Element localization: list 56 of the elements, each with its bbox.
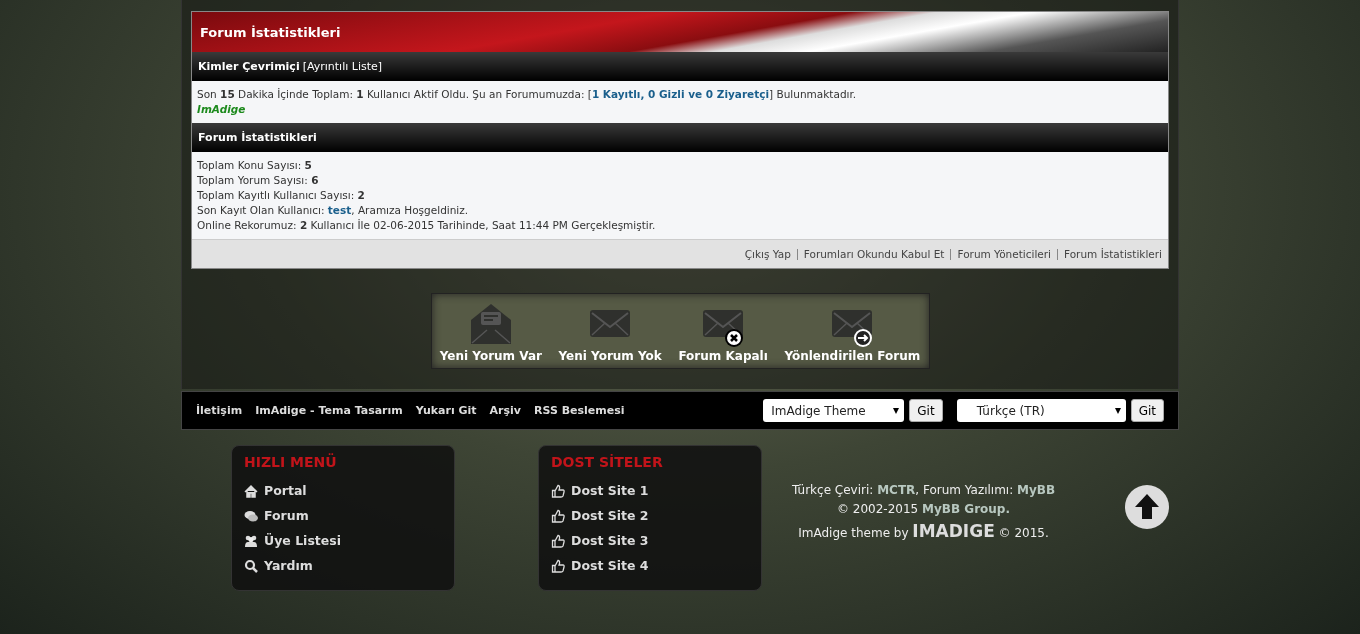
thumbs-up-icon — [551, 533, 565, 548]
credit-line: ImAdige theme by IMADIGE © 2015. — [798, 521, 1049, 541]
go-button[interactable]: Git — [909, 399, 943, 422]
search-icon — [244, 558, 258, 573]
section-title: Kimler Çevrimiçi — [198, 60, 300, 73]
scroll-up-icon[interactable] — [1125, 485, 1169, 529]
menu-link[interactable]: Yardım — [244, 553, 313, 578]
stat-line: Son Kayıt Olan Kullanıcı: test, Aramıza Hoşgeldiniz. — [197, 203, 469, 218]
footer-nav-link[interactable]: Yukarı Git — [415, 404, 477, 417]
menu-link[interactable]: Forum — [244, 503, 309, 528]
footer-nav-link[interactable]: Arşiv — [489, 404, 522, 417]
dropdown[interactable]: ImAdige Theme — [763, 399, 905, 422]
home-icon — [244, 483, 258, 498]
dropdown-value: ImAdige Theme — [771, 403, 866, 418]
link[interactable]: MyBB Group. — [922, 502, 1010, 516]
footer-link[interactable]: Çıkış Yap — [744, 248, 791, 260]
dropdown-value: Türkçe (TR) — [976, 403, 1045, 418]
panel-title: Forum İstatistikleri — [200, 24, 341, 40]
online-summary: Son 15 Dakika İçinde Toplam: 1 Kullanıcı Aktif Oldu. Şu an Forumumuzda: [1 Kayıtlı, 0 Gizli ve 0 Ziyaretçi] Bulunmaktadır. — [197, 87, 857, 102]
thumbs-up-icon — [551, 558, 565, 573]
footer-nav-link[interactable]: ImAdige - Tema Tasarım — [255, 404, 403, 417]
stat-line: Toplam Kayıtlı Kullanıcı Sayısı: 2 — [197, 188, 365, 203]
menu-link[interactable]: Dost Site 4 — [551, 553, 649, 578]
section-title: Forum İstatistikleri — [198, 131, 317, 144]
legend-label: Yönlendirilen Forum — [784, 349, 921, 363]
stat-line: Online Rekorumuz: 2 Kullanıcı İle 02-06-2015 Tarihinde, Saat 11:44 PM Gerçekleşmiştir. — [197, 218, 656, 233]
thumbs-up-icon — [551, 508, 565, 523]
link[interactable]: MyBB — [1017, 483, 1056, 497]
footer-link[interactable]: Forum İstatistikleri — [1064, 248, 1162, 260]
menu-link[interactable]: Portal — [244, 478, 307, 503]
menu-link[interactable]: Üye Listesi — [244, 528, 341, 553]
detail-link[interactable]: [Ayrıntılı Liste] — [302, 60, 383, 73]
dropdown[interactable]: Türkçe (TR) — [956, 399, 1126, 422]
box-title: DOST SİTELER — [551, 454, 663, 470]
stat-line: Toplam Yorum Sayısı: 6 — [197, 173, 319, 188]
go-button[interactable]: Git — [1130, 399, 1164, 422]
footer-link[interactable]: Forum Yöneticileri — [957, 248, 1051, 260]
footer-link[interactable]: Forumları Okundu Kabul Et — [803, 248, 945, 260]
user-link[interactable]: ImAdige — [197, 102, 246, 117]
caret-icon — [1114, 407, 1121, 414]
menu-link[interactable]: Dost Site 1 — [551, 478, 649, 503]
legend-label: Forum Kapalı — [678, 349, 768, 363]
credit-line: Türkçe Çeviri: MCTR, Forum Yazılımı: MyBB — [791, 483, 1056, 497]
footer-nav-link[interactable]: İletişim — [196, 404, 243, 417]
brand-name: IMADIGE — [912, 521, 995, 541]
caret-icon — [893, 407, 900, 414]
thumbs-up-icon — [551, 483, 565, 498]
stat-line: Toplam Konu Sayısı: 5 — [197, 158, 312, 173]
menu-link[interactable]: Dost Site 2 — [551, 503, 649, 528]
legend-label: Yeni Yorum Yok — [558, 349, 662, 363]
link[interactable]: 1 Kayıtlı, 0 Gizli ve 0 Ziyaretçi — [591, 88, 770, 100]
credit-line: © 2002-2015 MyBB Group. — [837, 502, 1010, 516]
box-title: HIZLI MENÜ — [244, 454, 337, 470]
footer-nav-link[interactable]: RSS Beslemesi — [534, 404, 625, 417]
menu-link[interactable]: Dost Site 3 — [551, 528, 649, 553]
legend-label: Yeni Yorum Var — [439, 349, 542, 363]
